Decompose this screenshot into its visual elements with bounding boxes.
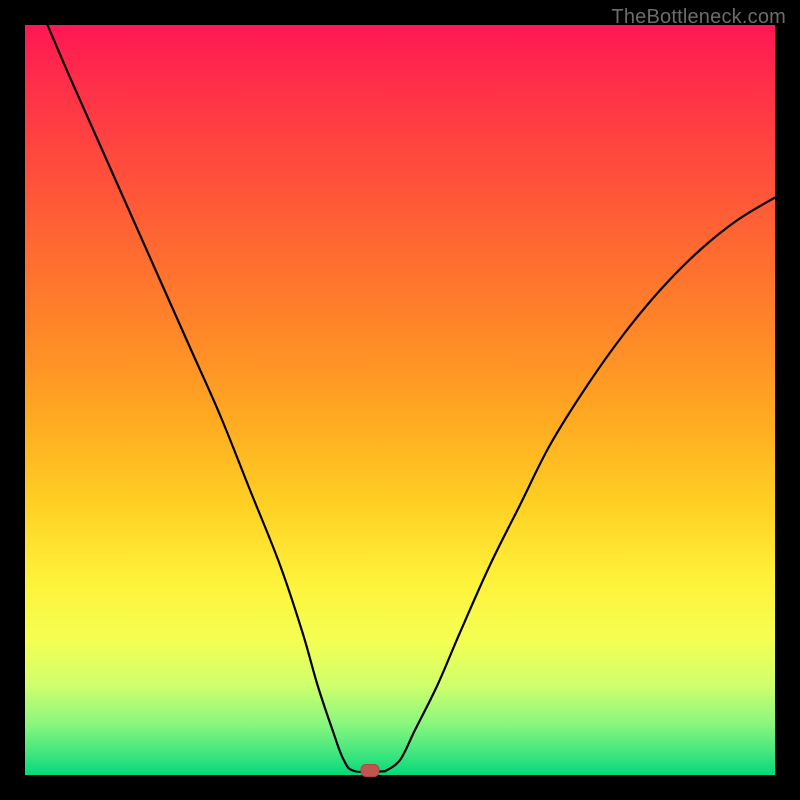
curve-left-branch — [48, 25, 386, 772]
curve-right-branch — [385, 198, 775, 772]
curve-layer — [25, 25, 775, 775]
plot-area — [25, 25, 775, 775]
chart-frame: TheBottleneck.com — [0, 0, 800, 800]
minimum-marker — [361, 765, 379, 777]
